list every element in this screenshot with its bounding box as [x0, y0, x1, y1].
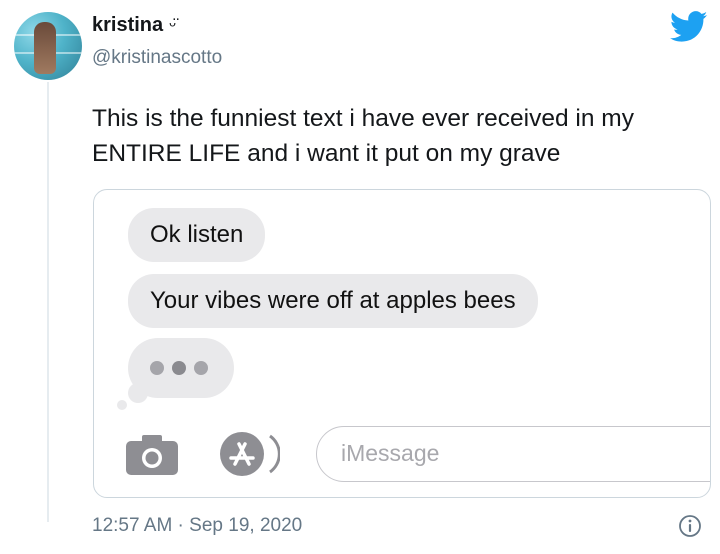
message-bubble: Your vibes were off at apples bees: [128, 274, 538, 328]
user-handle[interactable]: @kristinascotto: [92, 47, 222, 69]
camera-icon: [126, 435, 178, 475]
tweet-text: This is the funniest text i have ever re…: [92, 105, 634, 167]
typing-bubble-tail: [128, 383, 148, 403]
tweet-timestamp[interactable]: 12:57 AM · Sep 19, 2020: [92, 515, 302, 537]
tweet-card: kristina ᵕ̈ @kristinascotto This is the …: [0, 0, 720, 554]
typing-bubble-tail: [117, 400, 127, 410]
thread-line: [47, 82, 49, 522]
name-emoji: ᵕ̈: [169, 15, 176, 35]
app-store-icon: [220, 432, 280, 476]
info-icon[interactable]: [678, 514, 702, 538]
avatar[interactable]: [14, 12, 82, 80]
author-name-row[interactable]: kristina ᵕ̈: [92, 14, 176, 37]
display-name[interactable]: kristina: [92, 14, 163, 37]
twitter-bird-icon[interactable]: [670, 10, 708, 44]
tweet-media-screenshot[interactable]: Ok listen Your vibes were off at apples …: [93, 189, 711, 498]
message-bubble: Ok listen: [128, 208, 266, 262]
imessage-placeholder: iMessage: [341, 440, 440, 466]
imessage-input: iMessage: [316, 426, 710, 482]
